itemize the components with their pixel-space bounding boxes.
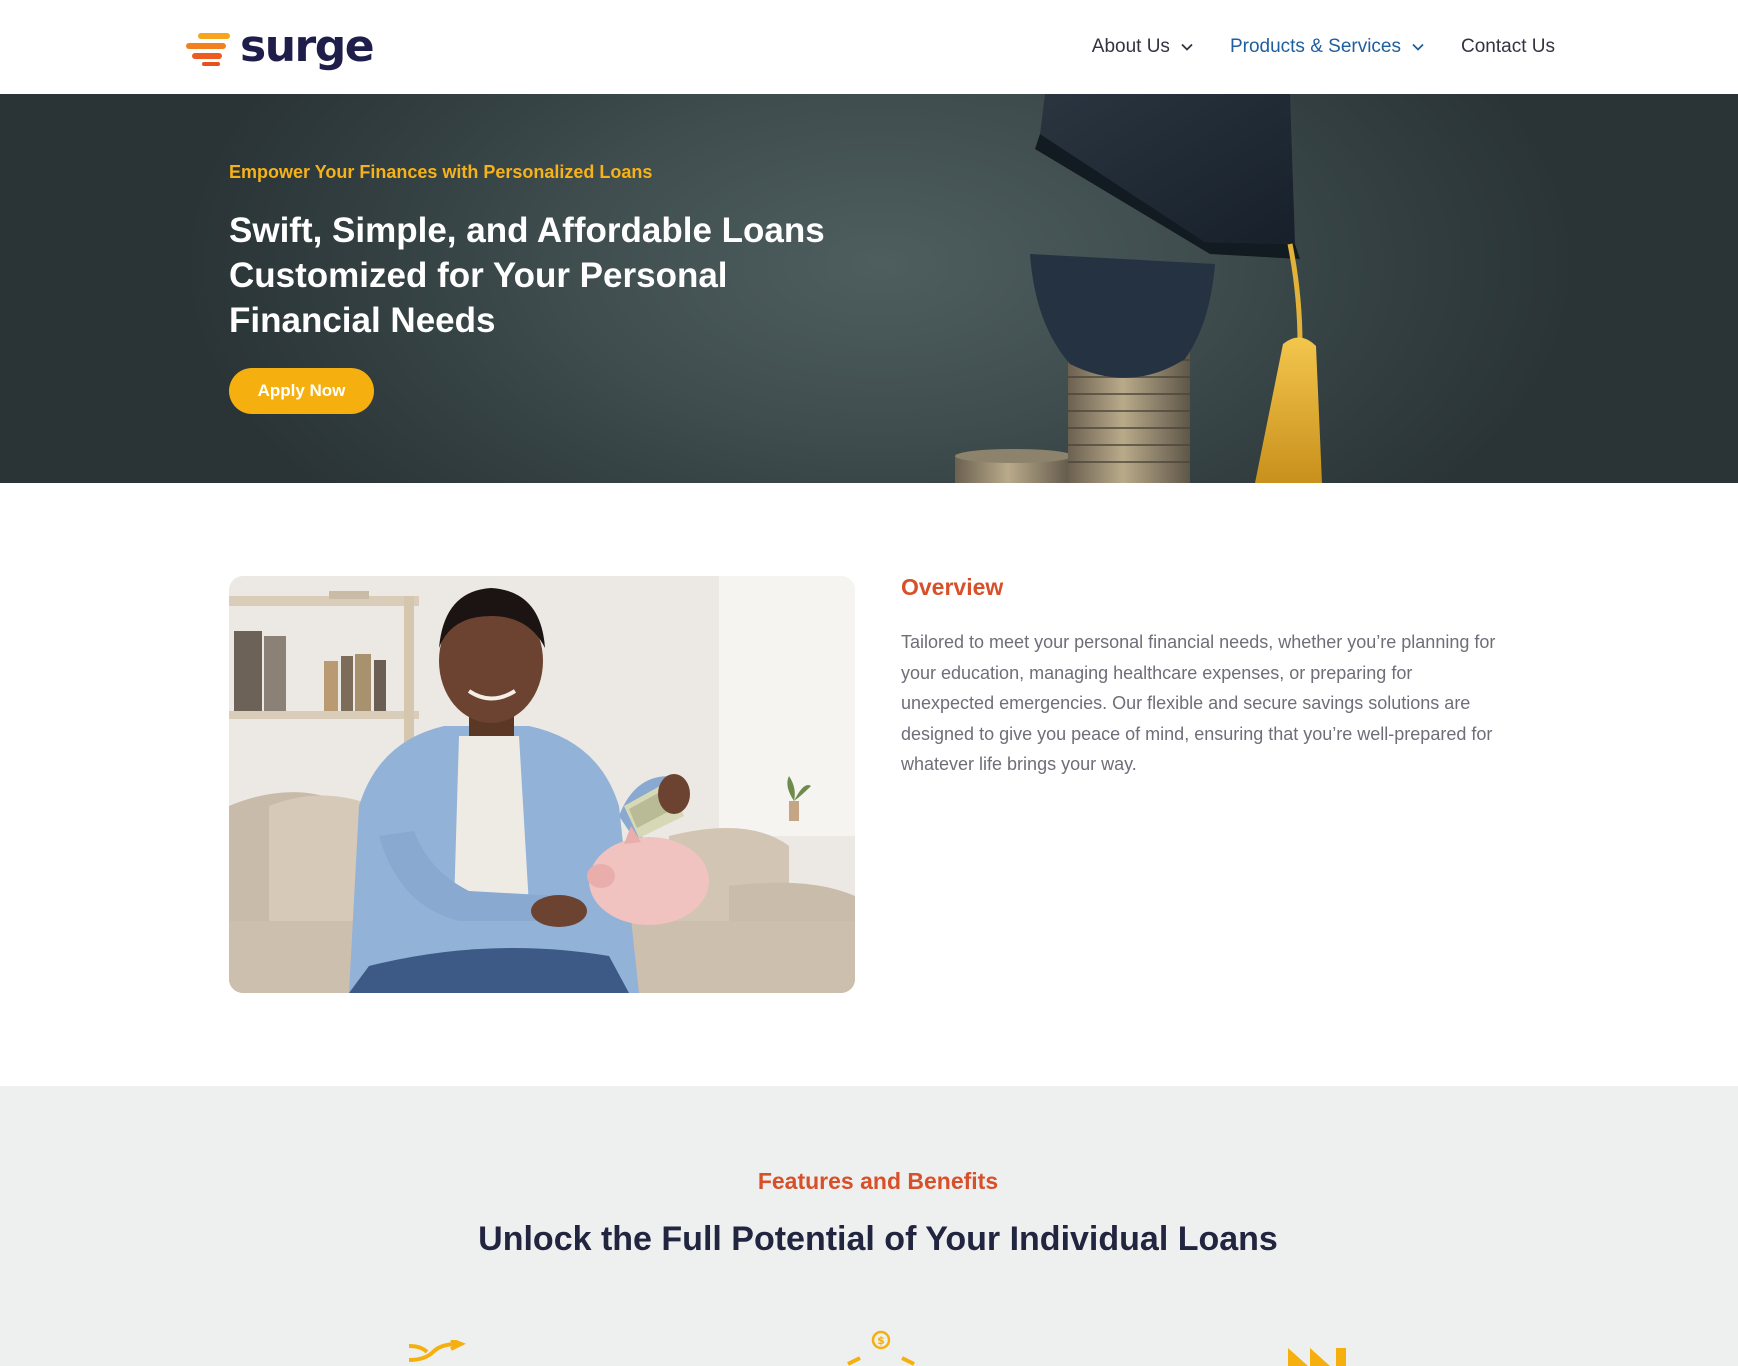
chevron-down-icon <box>1412 43 1424 51</box>
logo-wordmark: surge <box>240 21 375 72</box>
nav-label: Products & Services <box>1229 36 1402 57</box>
nav-label: Contact Us <box>1461 36 1555 57</box>
overview-heading: Overview <box>901 574 1004 600</box>
surge-logo[interactable]: surge <box>182 21 375 72</box>
chevron-down-icon <box>1181 43 1193 51</box>
features-eyebrow: Features and Benefits <box>757 1168 999 1194</box>
nav-item-products-services[interactable]: Products & Services <box>1230 30 1424 64</box>
overview-illustration <box>229 576 855 993</box>
svg-text:$: $ <box>877 1334 885 1347</box>
nav-item-about-us[interactable]: About Us <box>1092 30 1193 64</box>
hero-banner: Empower Your Finances with Personalized … <box>0 94 1738 483</box>
hero-eyebrow: Empower Your Finances with Personalized … <box>229 162 653 182</box>
apply-now-button[interactable]: Apply Now <box>229 368 374 414</box>
overview-body: Tailored to meet your personal financial… <box>901 632 1496 775</box>
fast-forward-icon <box>1288 1348 1346 1366</box>
shuffle-arrows-icon <box>408 1340 466 1362</box>
features-section: Features and Benefits Unlock the Full Po… <box>0 1086 1738 1366</box>
main-nav: About Us Products & Services Contact Us <box>1055 30 1555 64</box>
nav-label: About Us <box>1091 36 1170 57</box>
nav-item-contact-us[interactable]: Contact Us <box>1461 30 1555 64</box>
features-title: Unlock the Full Potential of Your Indivi… <box>478 1220 1278 1258</box>
hero-title: Swift, Simple, and Affordable Loans Cust… <box>229 211 825 340</box>
overview-photo-man-with-piggy-bank <box>229 576 855 993</box>
coin-growth-icon: $ <box>847 1330 915 1366</box>
surge-logo-icon <box>186 26 230 68</box>
site-header: surge About Us Products & Services Conta… <box>0 0 1738 94</box>
